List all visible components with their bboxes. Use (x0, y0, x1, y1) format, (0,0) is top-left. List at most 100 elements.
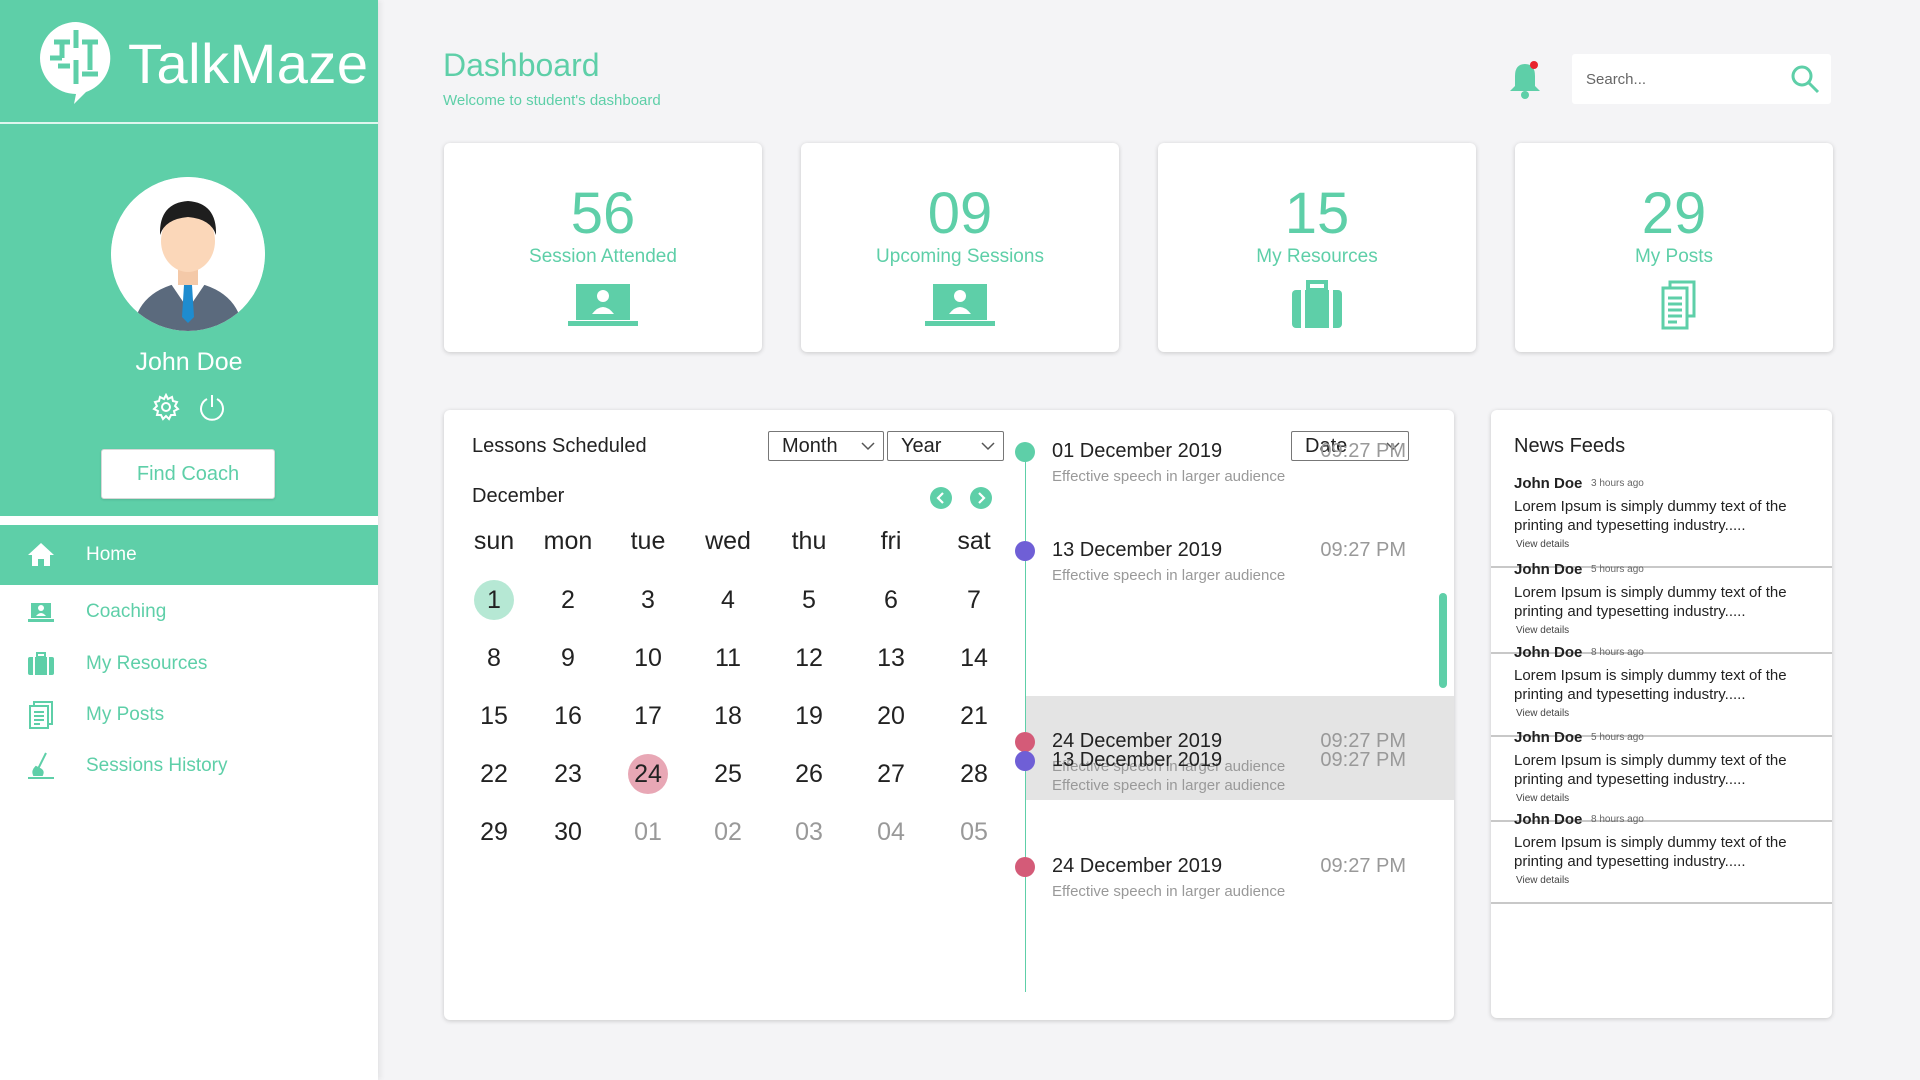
calendar-day[interactable]: 12 (789, 638, 829, 678)
settings-gear-icon[interactable] (152, 392, 180, 421)
calendar-day[interactable]: 1 (474, 580, 514, 620)
calendar-day[interactable]: 20 (871, 696, 911, 736)
sidebar-item-my-resources[interactable]: My Resources (0, 639, 378, 689)
user-name: John Doe (135, 348, 243, 376)
stat-label: Session Attended (529, 246, 677, 267)
stat-card-my-resources[interactable]: 15 My Resources (1158, 143, 1476, 352)
timeline-dot (1015, 857, 1035, 877)
calendar-day[interactable]: 4 (708, 580, 748, 620)
calendar-day[interactable]: 5 (789, 580, 829, 620)
sidebar-item-my-posts[interactable]: My Posts (0, 690, 378, 740)
calendar-day[interactable]: 11 (708, 638, 748, 678)
power-logout-icon[interactable] (198, 393, 226, 421)
calendar-day[interactable]: 16 (548, 696, 588, 736)
event-time: 09:27 PM (1320, 855, 1406, 877)
calendar-day[interactable]: 10 (628, 638, 668, 678)
calendar-day[interactable]: 26 (789, 754, 829, 794)
calendar-day[interactable]: 24 (628, 754, 668, 794)
news-author: John Doe (1514, 644, 1583, 661)
calendar-day[interactable]: 19 (789, 696, 829, 736)
stat-value: 15 (1284, 181, 1350, 246)
stat-value: 29 (1641, 181, 1707, 246)
notification-bell-icon[interactable] (1503, 58, 1547, 102)
view-details-link[interactable]: View details (1516, 539, 1569, 550)
search-icon[interactable] (1789, 63, 1821, 95)
calendar-day[interactable]: 8 (474, 638, 514, 678)
calendar-day[interactable]: 18 (708, 696, 748, 736)
month-dropdown-label: Month (782, 434, 838, 457)
stat-label: My Posts (1634, 246, 1714, 267)
event-item[interactable]: 13 December 2019 09:27 PM Effective speech… (1026, 749, 1454, 809)
calendar-next-button[interactable] (970, 487, 992, 509)
calendar-day[interactable]: 6 (871, 580, 911, 620)
event-description: Effective speech in larger audience (1052, 777, 1286, 794)
lessons-title: Lessons Scheduled (472, 435, 647, 457)
view-details-link[interactable]: View details (1516, 708, 1569, 719)
event-item[interactable]: 24 December 2019 09:27 PM Effective speech… (1026, 855, 1454, 915)
calendar-day[interactable]: 04 (871, 812, 911, 852)
calendar-day[interactable]: 02 (708, 812, 748, 852)
timeline-dot (1015, 442, 1035, 462)
sidebar-item-label: Coaching (86, 601, 167, 622)
calendar-day[interactable]: 30 (548, 812, 588, 852)
calendar-day[interactable]: 01 (628, 812, 668, 852)
event-description: Effective speech in larger audience (1052, 567, 1286, 584)
notification-dot (1530, 61, 1538, 69)
calendar-day[interactable]: 7 (954, 580, 994, 620)
news-author: John Doe (1514, 811, 1583, 828)
news-time: 5 hours ago (1591, 564, 1644, 575)
calendar-day[interactable]: 29 (474, 812, 514, 852)
search-input[interactable] (1586, 70, 1786, 88)
event-item[interactable]: 13 December 2019 09:27 PM Effective speech… (1026, 539, 1454, 599)
calendar-day[interactable]: 23 (548, 754, 588, 794)
news-feeds-panel: News Feeds John Doe 3 hours ago Lorem Ipsu… (1491, 410, 1832, 1018)
chevron-right-icon (978, 492, 986, 504)
avatar[interactable] (111, 177, 265, 331)
sidebar-item-coaching[interactable]: Coaching (0, 587, 378, 637)
news-time: 8 hours ago (1591, 814, 1644, 825)
calendar-prev-button[interactable] (930, 487, 952, 509)
brand-logo[interactable]: TalkMaze (36, 18, 369, 108)
stat-label: Upcoming Sessions (876, 246, 1044, 267)
month-dropdown[interactable]: Month (768, 431, 884, 461)
calendar-day[interactable]: 2 (548, 580, 588, 620)
calendar-day[interactable]: 03 (789, 812, 829, 852)
calendar-day[interactable]: 22 (474, 754, 514, 794)
sidebar-item-label: My Posts (86, 704, 165, 725)
calendar-day[interactable]: 15 (474, 696, 514, 736)
event-date: 01 December 2019 (1052, 440, 1223, 462)
news-time: 5 hours ago (1591, 732, 1644, 743)
calendar-day[interactable]: 17 (628, 696, 668, 736)
news-author: John Doe (1514, 561, 1583, 578)
briefcase-icon (28, 652, 54, 675)
view-details-link[interactable]: View details (1516, 875, 1569, 886)
calendar-day[interactable]: 3 (628, 580, 668, 620)
calendar-day[interactable]: 27 (871, 754, 911, 794)
calendar-day[interactable]: 14 (954, 638, 994, 678)
weekday-label: fri (880, 527, 902, 555)
event-description: Effective speech in larger audience (1052, 468, 1286, 485)
sidebar-item-home[interactable]: Home (0, 525, 378, 585)
calendar-day[interactable]: 25 (708, 754, 748, 794)
chevron-down-icon (861, 442, 875, 451)
sidebar-item-sessions-history[interactable]: Sessions History (0, 741, 378, 791)
sidebar-item-label: Home (86, 544, 137, 565)
view-details-link[interactable]: View details (1516, 625, 1569, 636)
event-item[interactable]: 01 December 2019 09:27 PM Effective speech… (1026, 440, 1454, 500)
laptop-user-icon (925, 284, 995, 326)
stat-card-my-posts[interactable]: 29 My Posts (1515, 143, 1833, 352)
weekday-label: sun (473, 527, 515, 555)
events-scrollbar[interactable] (1439, 593, 1447, 688)
find-coach-button[interactable]: Find Coach (101, 449, 275, 499)
stat-card-upcoming-sessions[interactable]: 09 Upcoming Sessions (801, 143, 1119, 352)
view-details-link[interactable]: View details (1516, 793, 1569, 804)
calendar-day[interactable]: 28 (954, 754, 994, 794)
calendar-day[interactable]: 05 (954, 812, 994, 852)
weekday-label: sat (957, 527, 991, 555)
calendar-day[interactable]: 13 (871, 638, 911, 678)
calendar-day[interactable]: 9 (548, 638, 588, 678)
year-dropdown[interactable]: Year (887, 431, 1004, 461)
stat-card-sessions-attended[interactable]: 56 Session Attended (444, 143, 762, 352)
document-icon (29, 701, 53, 729)
calendar-day[interactable]: 21 (954, 696, 994, 736)
